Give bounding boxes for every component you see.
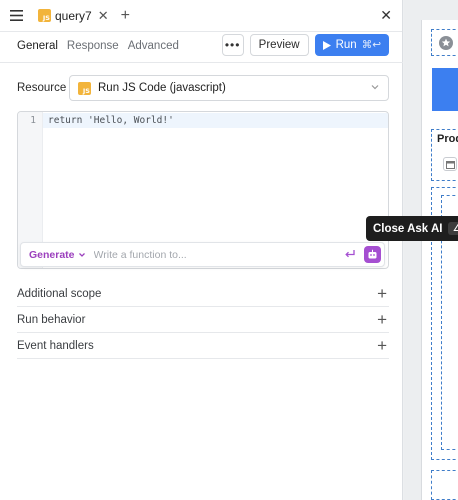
resource-select[interactable]: JS Run JS Code (javascript) [69,75,389,101]
tab-close-icon[interactable]: ✕ [98,8,109,24]
section-label: Run behavior [17,313,86,326]
close-panel-icon[interactable]: ✕ [380,8,392,22]
plus-icon[interactable]: + [377,311,387,328]
query-tab-strip: JS query7 ✕ + ✕ [0,0,402,32]
more-options-button[interactable]: ••• [221,34,244,56]
robot-icon [368,249,377,259]
enter-icon[interactable] [344,248,356,260]
canvas-component-footer[interactable] [431,470,458,500]
calendar-icon[interactable] [443,157,457,171]
tab-advanced[interactable]: Advanced [128,40,179,52]
chevron-down-icon [78,252,85,257]
ask-ai-bar: Generate [20,242,385,267]
js-badge-icon: JS [38,9,51,22]
generate-dropdown[interactable]: Generate [29,249,86,261]
resource-value: Run JS Code (javascript) [98,82,226,94]
resource-label: Resource [17,82,67,94]
section-additional-scope[interactable]: Additional scope + [17,281,389,307]
query-tab-label: query7 [55,8,92,23]
js-resource-icon: JS [78,81,91,95]
star-icon [439,36,453,50]
run-shortcut: ⌘↩ [361,39,381,51]
canvas-product-label: Prod [437,133,458,145]
section-event-handlers[interactable]: Event handlers + [17,333,389,359]
tooltip-text: Close Ask AI [373,222,443,235]
close-ask-ai-tooltip: Close Ask AI ∠ [366,216,458,241]
query-tab[interactable]: JS query7 ✕ [32,0,115,32]
play-icon [322,40,331,50]
query-actions: ••• Preview Run ⌘↩ [221,34,389,56]
code-line[interactable]: return 'Hello, World!' [48,115,174,126]
section-label: Event handlers [17,339,94,352]
section-label: Additional scope [17,287,102,300]
run-button[interactable]: Run ⌘↩ [314,34,389,56]
plus-icon[interactable]: + [377,285,387,302]
ai-prompt-input[interactable] [93,248,334,261]
ai-assistant-button[interactable] [364,246,381,263]
query-editor-panel: JS query7 ✕ + ✕ General Response Advance… [0,0,403,500]
tooltip-shortcut: ∠ [448,222,458,235]
run-button-label: Run [335,39,357,51]
tab-general[interactable]: General [17,40,58,52]
canvas-button[interactable] [432,68,458,111]
section-run-behavior[interactable]: Run behavior + [17,307,389,333]
tab-response[interactable]: Response [67,40,119,52]
header-divider [0,62,403,63]
plus-icon[interactable]: + [377,337,387,354]
canvas-component-header[interactable] [431,29,458,56]
generate-label: Generate [29,248,75,261]
line-number: 1 [30,115,36,126]
preview-button[interactable]: Preview [249,34,309,56]
hamburger-menu-icon[interactable] [0,0,32,32]
add-tab-icon[interactable]: + [121,7,130,24]
chevron-down-icon [371,85,379,90]
